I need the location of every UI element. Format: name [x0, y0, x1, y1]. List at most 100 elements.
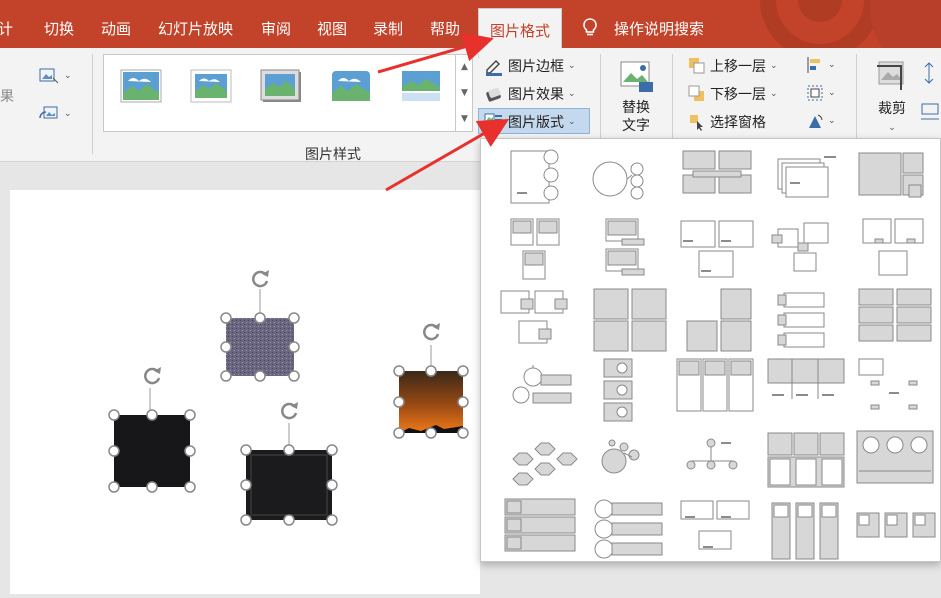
- resize-handle[interactable]: [393, 365, 405, 377]
- layout-accent-picture[interactable]: [493, 355, 583, 425]
- layout-picture-accent-process[interactable]: [849, 495, 939, 565]
- tab-transitions[interactable]: 切换: [44, 18, 74, 39]
- tab-design[interactable]: 计: [0, 18, 13, 39]
- tab-help[interactable]: 帮助: [430, 18, 460, 39]
- purple-texture-picture[interactable]: [226, 289, 294, 376]
- layout-picture-accent-list[interactable]: [493, 215, 583, 285]
- layout-title-picture-blocks[interactable]: [760, 495, 850, 565]
- layout-circle-picture-hierarchy[interactable]: [582, 355, 672, 425]
- change-picture-button[interactable]: ⌄: [38, 104, 72, 124]
- resize-handle[interactable]: [240, 479, 252, 491]
- dark-picture-left[interactable]: [114, 388, 190, 487]
- height-field[interactable]: [920, 62, 938, 84]
- gallery-scroll[interactable]: ▲ ▼ ▼: [455, 54, 473, 132]
- layout-picture-frame-stack[interactable]: [760, 145, 850, 215]
- layout-bending-picture-accent-list[interactable]: [493, 145, 583, 215]
- layout-picture-organization-chart[interactable]: [671, 425, 761, 495]
- tab-review[interactable]: 审阅: [261, 18, 291, 39]
- resize-handle[interactable]: [288, 341, 300, 353]
- layout-phased-process[interactable]: [849, 425, 939, 495]
- style-thumb-soft-edge[interactable]: [330, 69, 372, 103]
- width-field[interactable]: [920, 102, 940, 124]
- layout-picture-caption-list[interactable]: [582, 215, 672, 285]
- picture-layout-content[interactable]: 图片版式 ⌄: [484, 112, 576, 132]
- layout-picture-accent-blocks[interactable]: [760, 355, 850, 425]
- layout-ascending-picture-accent[interactable]: [760, 425, 850, 495]
- compress-button[interactable]: ⌄: [38, 66, 72, 86]
- slide[interactable]: [10, 190, 480, 594]
- layout-picture-grid[interactable]: [671, 145, 761, 215]
- layout-alternating-picture-blocks[interactable]: [493, 285, 583, 355]
- resize-handle[interactable]: [326, 514, 338, 526]
- resize-handle[interactable]: [457, 365, 469, 377]
- layout-hexagon-cluster[interactable]: [493, 425, 583, 495]
- resize-handle[interactable]: [146, 481, 158, 493]
- picture-effects-button[interactable]: 图片效果 ⌄: [484, 84, 576, 104]
- alt-text-button[interactable]: 替换 文字: [614, 56, 658, 135]
- resize-handle[interactable]: [184, 445, 196, 457]
- layout-vertical-picture-list[interactable]: [760, 285, 850, 355]
- layout-picture-grid-2[interactable]: [582, 285, 672, 355]
- resize-handle[interactable]: [283, 514, 295, 526]
- expand-gallery-icon[interactable]: ▼: [456, 106, 473, 132]
- layout-vertical-picture-accent-list[interactable]: [493, 495, 583, 565]
- send-backward-button[interactable]: 下移一层 ⌄: [688, 84, 778, 104]
- align-button[interactable]: ⌄: [806, 56, 836, 74]
- resize-handle[interactable]: [254, 370, 266, 382]
- style-thumb-simple[interactable]: [120, 69, 162, 103]
- sunset-picture[interactable]: [399, 345, 463, 433]
- layout-title-picture-lineup[interactable]: [671, 355, 761, 425]
- resize-handle[interactable]: [425, 427, 437, 439]
- resize-handle[interactable]: [220, 341, 232, 353]
- resize-handle[interactable]: [457, 427, 469, 439]
- tell-me-search[interactable]: 操作说明搜索: [614, 18, 704, 39]
- rotate-button[interactable]: ⌄: [806, 112, 836, 130]
- scroll-down-icon[interactable]: ▼: [456, 80, 473, 106]
- layout-captioned-pictures[interactable]: [671, 215, 761, 285]
- resize-handle[interactable]: [326, 479, 338, 491]
- dark-picture-bottom[interactable]: [246, 423, 332, 520]
- style-thumb-white-frame[interactable]: [190, 69, 232, 103]
- layout-circular-picture-callout[interactable]: [582, 145, 672, 215]
- tab-view[interactable]: 视图: [317, 18, 347, 39]
- resize-handle[interactable]: [108, 409, 120, 421]
- layout-bending-picture-blocks[interactable]: [760, 215, 850, 285]
- tab-record[interactable]: 录制: [373, 18, 403, 39]
- resize-handle[interactable]: [146, 409, 158, 421]
- picture-border-button[interactable]: 图片边框 ⌄: [484, 56, 576, 76]
- resize-handle[interactable]: [326, 444, 338, 456]
- crop-button[interactable]: 裁剪 ⌄: [870, 56, 914, 134]
- layout-picture-strips[interactable]: [849, 355, 939, 425]
- resize-handle[interactable]: [220, 370, 232, 382]
- resize-handle[interactable]: [254, 312, 266, 324]
- resize-handle[interactable]: [288, 370, 300, 382]
- resize-handle[interactable]: [184, 481, 196, 493]
- layout-rounded-picture-list[interactable]: [582, 495, 672, 565]
- layout-snapshot-picture-list[interactable]: [849, 145, 939, 215]
- layout-bubble-picture-list[interactable]: [582, 425, 672, 495]
- tab-animations[interactable]: 动画: [101, 18, 131, 39]
- resize-handle[interactable]: [184, 409, 196, 421]
- resize-handle[interactable]: [393, 396, 405, 408]
- layout-picture-organization-blocks[interactable]: [849, 285, 939, 355]
- layout-picture-lineup[interactable]: [849, 215, 939, 285]
- resize-handle[interactable]: [457, 396, 469, 408]
- resize-handle[interactable]: [240, 444, 252, 456]
- layout-picture-caption-blocks[interactable]: [671, 495, 761, 565]
- selection-pane-button[interactable]: 选择窗格: [688, 112, 766, 132]
- lightbulb-icon[interactable]: [581, 17, 599, 37]
- resize-handle[interactable]: [425, 365, 437, 377]
- resize-handle[interactable]: [393, 427, 405, 439]
- resize-handle[interactable]: [108, 445, 120, 457]
- tab-slideshow[interactable]: 幻灯片放映: [158, 18, 233, 39]
- style-thumb-reflected[interactable]: [400, 69, 442, 103]
- resize-handle[interactable]: [283, 444, 295, 456]
- style-thumb-shadow[interactable]: [260, 69, 302, 103]
- resize-handle[interactable]: [220, 312, 232, 324]
- group-objects-button[interactable]: ⌄: [806, 84, 836, 102]
- scroll-up-icon[interactable]: ▲: [456, 54, 473, 80]
- resize-handle[interactable]: [108, 481, 120, 493]
- layout-framed-text-picture[interactable]: [671, 285, 761, 355]
- resize-handle[interactable]: [288, 312, 300, 324]
- resize-handle[interactable]: [240, 514, 252, 526]
